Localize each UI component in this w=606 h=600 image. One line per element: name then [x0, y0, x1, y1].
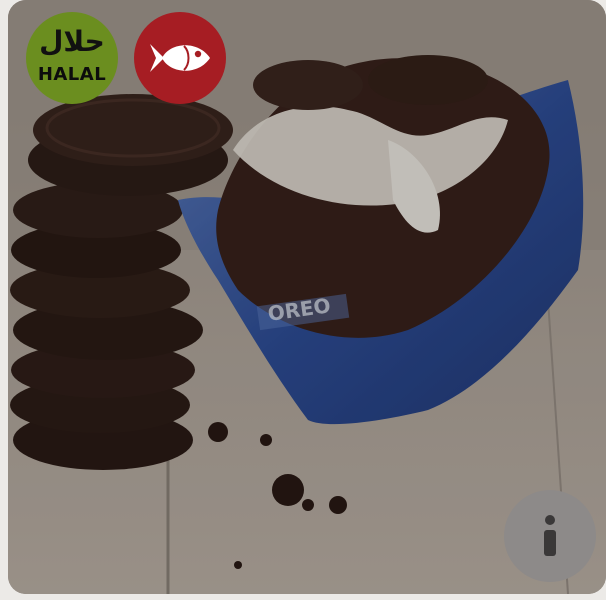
fish-badge: [134, 12, 226, 104]
info-button[interactable]: [504, 490, 596, 582]
halal-label: HALAL: [37, 64, 107, 85]
halal-arabic-label: حلال: [39, 25, 105, 58]
halal-badge: حلال HALAL: [26, 12, 118, 104]
fish-icon: [150, 44, 210, 72]
product-card[interactable]: OREO حلال HALAL: [8, 0, 606, 594]
info-icon: [544, 515, 556, 556]
